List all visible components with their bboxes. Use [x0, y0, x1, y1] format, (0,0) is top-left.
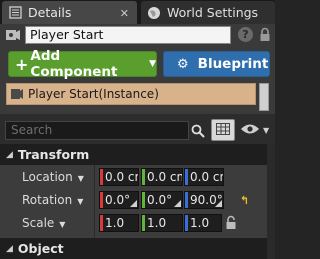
- player-start-icon: [10, 88, 24, 100]
- chevron-down-icon: ▼: [59, 220, 66, 229]
- eye-icon: [240, 123, 260, 138]
- object-section-header[interactable]: ◢ Object: [0, 238, 275, 259]
- component-item-label: Player Start(Instance): [28, 87, 159, 101]
- grid-icon: [216, 122, 230, 138]
- tab-details[interactable]: Details ✕: [2, 1, 137, 24]
- collapse-arrow-icon: ◢: [6, 149, 13, 160]
- blueprint-label: Blueprint: [197, 56, 269, 72]
- scale-lock-icon[interactable]: [225, 215, 237, 230]
- add-component-label: Add Component: [30, 48, 118, 80]
- component-tree: Player Start(Instance): [0, 81, 275, 114]
- scale-y-field[interactable]: 1.0: [141, 214, 183, 232]
- component-item[interactable]: Player Start(Instance): [6, 83, 256, 105]
- search-row: Search ▼: [0, 114, 275, 144]
- scale-x-field[interactable]: 1.0: [99, 214, 139, 232]
- chevron-down-icon: ▼: [149, 59, 156, 69]
- tab-details-label: Details: [28, 5, 72, 20]
- transform-section-title: Transform: [17, 147, 90, 162]
- component-scrollbar[interactable]: [259, 83, 269, 111]
- search-input[interactable]: Search: [5, 121, 189, 140]
- tab-bar: Details ✕ World Settings: [0, 0, 275, 24]
- tab-world-settings[interactable]: World Settings: [141, 1, 275, 24]
- close-icon[interactable]: ✕: [120, 7, 129, 20]
- rotation-y-field[interactable]: 0.0°: [141, 191, 183, 209]
- transform-section-header[interactable]: ◢ Transform: [0, 144, 275, 165]
- transform-body: Location▼ 0.0 cm 0.0 cm 0.0 cm Rotation▼…: [0, 165, 275, 238]
- action-buttons-row: + Add Component ▼ ⚙ Blueprint: [0, 46, 275, 81]
- chevron-down-icon: ▼: [77, 197, 84, 206]
- location-row: Location▼ 0.0 cm 0.0 cm 0.0 cm: [0, 166, 275, 188]
- rotation-label[interactable]: Rotation ▼: [22, 193, 83, 207]
- reset-to-default-icon[interactable]: ↰: [240, 194, 249, 207]
- object-section-title: Object: [17, 241, 64, 256]
- add-component-button[interactable]: + Add Component ▼: [8, 48, 157, 80]
- tab-world-settings-label: World Settings: [167, 5, 259, 20]
- details-scrollbar[interactable]: [267, 144, 275, 259]
- property-matrix-button[interactable]: [211, 119, 235, 141]
- location-label[interactable]: Location ▼: [22, 170, 84, 184]
- globe-icon: [147, 6, 161, 20]
- chevron-down-icon: ▼: [263, 125, 270, 135]
- location-z-field[interactable]: 0.0 cm: [184, 168, 224, 186]
- actor-name-row: Player Start ?: [0, 24, 275, 46]
- blueprint-gear-icon: ⚙: [177, 56, 189, 72]
- lock-icon[interactable]: [259, 27, 271, 42]
- actor-name-input[interactable]: Player Start: [25, 26, 231, 44]
- help-icon[interactable]: ?: [238, 27, 253, 42]
- slider-corner-icon: [215, 200, 222, 207]
- scale-z-field[interactable]: 1.0: [184, 214, 222, 232]
- search-icon[interactable]: [189, 121, 207, 140]
- slider-corner-icon: [130, 200, 137, 207]
- slider-corner-icon: [174, 200, 181, 207]
- blueprint-button[interactable]: ⚙ Blueprint: [163, 51, 270, 77]
- location-x-field[interactable]: 0.0 cm: [99, 168, 139, 186]
- collapse-arrow-icon: ◢: [6, 243, 13, 254]
- location-y-field[interactable]: 0.0 cm: [141, 168, 183, 186]
- scale-row: Scale ▼ 1.0 1.0 1.0: [0, 212, 275, 234]
- visibility-options-button[interactable]: ▼: [240, 121, 272, 139]
- scale-label[interactable]: Scale ▼: [22, 216, 65, 230]
- plus-icon: +: [15, 54, 29, 74]
- chevron-down-icon: ▼: [77, 174, 84, 183]
- player-start-icon: [5, 28, 21, 42]
- rotation-z-field[interactable]: 90.0°: [184, 191, 224, 209]
- rotation-row: Rotation ▼ 0.0° 0.0° 90.0° ↰: [0, 189, 275, 211]
- rotation-x-field[interactable]: 0.0°: [99, 191, 139, 209]
- details-icon: [8, 6, 22, 20]
